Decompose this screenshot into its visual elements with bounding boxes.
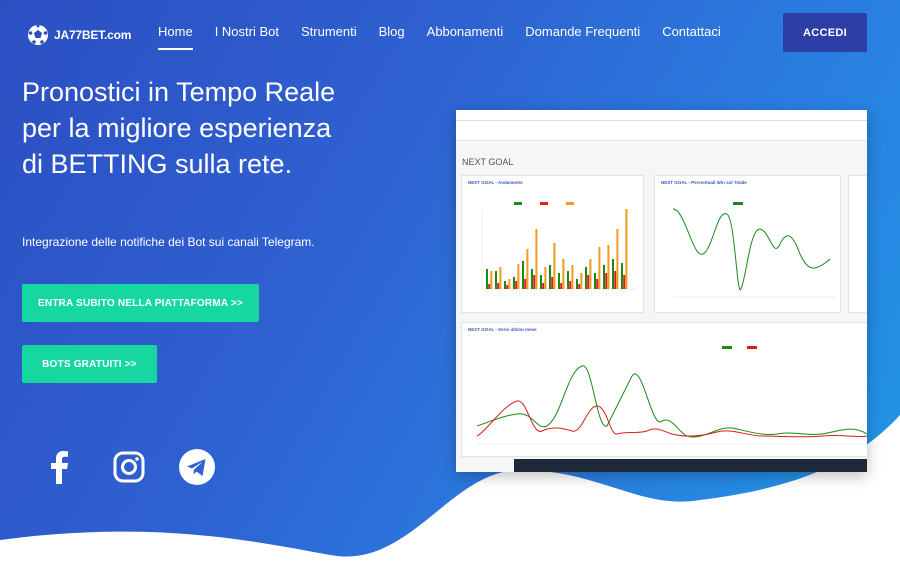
preview-bar: [605, 273, 608, 289]
preview-bar: [612, 259, 614, 289]
preview-bar: [540, 275, 542, 289]
preview-card-serie: NEXT GOAL - Serie ultimo mese: [461, 322, 867, 457]
brand-logo[interactable]: JA77BET.com: [27, 24, 131, 46]
nav-strumenti[interactable]: Strumenti: [290, 24, 368, 44]
preview-url-bar: [456, 110, 867, 121]
preview-bar: [596, 279, 599, 289]
preview-bar: [614, 271, 617, 289]
preview-bar: [562, 259, 565, 289]
enter-platform-button[interactable]: ENTRA SUBITO NELLA PIATTAFORMA >>: [22, 284, 259, 322]
preview-bar: [544, 267, 547, 289]
preview-taskbar: [514, 459, 867, 472]
preview-bar: [585, 267, 587, 289]
preview-bar: [594, 273, 596, 289]
preview-bar: [499, 267, 502, 289]
preview-bar: [621, 263, 623, 289]
preview-bar: [490, 271, 493, 289]
login-button[interactable]: ACCEDI: [783, 13, 867, 52]
preview-card-percentuali: NEXT GOAL - Percentuali Win sul Totale: [654, 175, 841, 313]
preview-bar: [558, 273, 560, 289]
preview-bar: [531, 269, 533, 289]
preview-bar: [553, 243, 556, 289]
preview-bar: [560, 283, 563, 289]
preview-page-title: NEXT GOAL: [462, 157, 514, 167]
preview-bar: [486, 269, 488, 289]
main-nav: Home I Nostri Bot Strumenti Blog Abbonam…: [157, 24, 732, 50]
facebook-icon[interactable]: [40, 448, 78, 486]
preview-bar: [495, 271, 497, 289]
free-bots-button[interactable]: BOTS GRATUITI >>: [22, 345, 157, 383]
preview-bar: [526, 249, 529, 289]
preview-bar: [551, 277, 554, 289]
preview-bar: [497, 283, 500, 289]
nav-abbonamenti[interactable]: Abbonamenti: [416, 24, 515, 44]
nav-home[interactable]: Home: [157, 24, 204, 50]
preview-card-title: NEXT GOAL - Andamento: [468, 180, 523, 185]
preview-bar: [589, 259, 592, 289]
preview-bar: [549, 265, 551, 289]
preview-bar: [571, 265, 574, 289]
preview-bar: [578, 284, 581, 289]
preview-bar: [522, 261, 524, 289]
preview-bar: [504, 281, 506, 289]
preview-card-title: NEXT GOAL - Percentuali Win sul Totale: [661, 180, 747, 185]
preview-bar: [535, 229, 538, 289]
preview-bar: [524, 279, 527, 289]
preview-bar: [616, 229, 619, 289]
dashboard-preview: NEXT GOAL NEXT GOAL - Andamento NEXT GOA…: [456, 110, 867, 472]
preview-bar: [576, 279, 578, 289]
preview-bar: [623, 275, 626, 289]
preview-bar: [533, 275, 536, 289]
instagram-icon[interactable]: [110, 448, 148, 486]
preview-bar: [517, 264, 520, 289]
brand-name: JA77BET.com: [54, 28, 132, 42]
preview-bar: [542, 283, 545, 289]
preview-area-chart: [476, 346, 867, 445]
preview-bar-chart: [481, 202, 637, 290]
hero-subline: Integrazione delle notifiche dei Bot sui…: [22, 235, 315, 249]
telegram-icon[interactable]: [178, 448, 216, 486]
preview-card-andamento: NEXT GOAL - Andamento: [461, 175, 644, 313]
social-links: [40, 448, 216, 486]
preview-bar: [567, 271, 569, 289]
preview-bar: [513, 277, 515, 289]
preview-bar: [508, 279, 511, 289]
preview-bar: [488, 284, 491, 289]
preview-card-title: NEXT GOAL - Serie ultimo mese: [468, 327, 537, 332]
nav-blog[interactable]: Blog: [368, 24, 416, 44]
soccer-ball-icon: [28, 24, 48, 45]
hero-headline: Pronostici in Tempo Reale per la miglior…: [22, 77, 336, 179]
nav-domande-frequenti[interactable]: Domande Frequenti: [514, 24, 651, 44]
preview-bar: [515, 281, 518, 289]
preview-bar: [598, 247, 601, 289]
preview-bar: [625, 209, 628, 289]
nav-i-nostri-bot[interactable]: I Nostri Bot: [204, 24, 290, 44]
preview-breadcrumb: [456, 121, 867, 141]
preview-bar: [506, 285, 509, 289]
preview-bar: [603, 265, 605, 289]
preview-bar: [607, 245, 610, 289]
preview-card-partial: [848, 175, 867, 313]
preview-bar: [580, 273, 583, 289]
preview-bar: [587, 275, 590, 289]
nav-contattaci[interactable]: Contattaci: [651, 24, 732, 44]
preview-bar: [569, 281, 572, 289]
preview-line-chart: [672, 202, 835, 298]
